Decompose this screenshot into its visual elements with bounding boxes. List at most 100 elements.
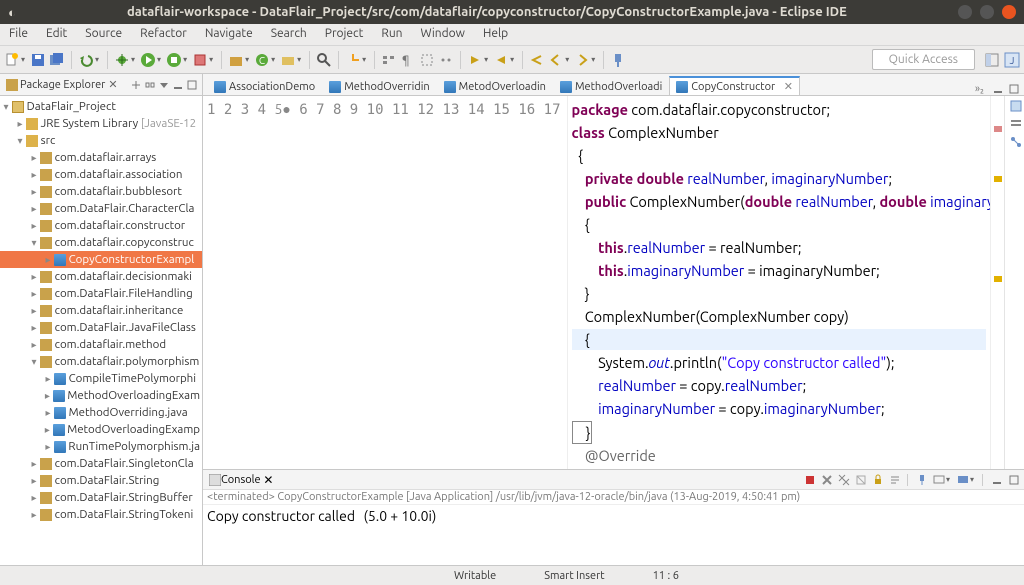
mark-occurrences-icon[interactable]: ¶ bbox=[400, 52, 416, 68]
view-menu-icon[interactable] bbox=[158, 79, 170, 91]
display-console-icon[interactable] bbox=[933, 474, 945, 486]
save-icon[interactable] bbox=[30, 52, 46, 68]
code-content[interactable]: package com.dataflair.copyconstructor; c… bbox=[568, 96, 990, 469]
run-icon[interactable] bbox=[140, 52, 156, 68]
editor-overflow[interactable]: »₂ bbox=[969, 83, 990, 95]
file-node[interactable]: ▸ MetodOverloadingExamp bbox=[0, 421, 202, 438]
console-output[interactable]: Copy constructor called (5.0 + 10.0i) bbox=[203, 505, 1024, 565]
ext-tools-icon[interactable] bbox=[192, 52, 208, 68]
jre-node[interactable]: ▸ JRE System Library [JavaSE-12 bbox=[0, 115, 202, 132]
close-console-icon[interactable]: ✕ bbox=[261, 473, 274, 487]
quick-access-field[interactable]: Quick Access bbox=[872, 49, 975, 70]
collapse-all-icon[interactable] bbox=[130, 79, 142, 91]
menu-refactor[interactable]: Refactor bbox=[131, 24, 196, 45]
pkg-node-open[interactable]: ▾ com.dataflair.copyconstruc bbox=[0, 234, 202, 251]
pkg-node[interactable]: ▸ com.DataFlair.SingletonCla bbox=[0, 455, 202, 472]
maximize-view-icon[interactable] bbox=[186, 79, 198, 91]
pkg-node-open[interactable]: ▾ com.dataflair.polymorphism bbox=[0, 353, 202, 370]
save-all-icon[interactable] bbox=[49, 52, 65, 68]
editor-tab[interactable]: MethodOverloadi bbox=[553, 78, 669, 95]
editor-tab[interactable]: AssociationDemo bbox=[207, 78, 322, 95]
minimize-view-icon[interactable] bbox=[172, 79, 184, 91]
new-package-icon[interactable] bbox=[228, 52, 244, 68]
pkg-node[interactable]: ▸ com.dataflair.bubblesort bbox=[0, 183, 202, 200]
maximize-console-icon[interactable] bbox=[1008, 474, 1020, 486]
line-number-gutter[interactable]: 1 2 3 4 5● 6 7 8 9 10 11 12 13 14 15 16 … bbox=[203, 96, 568, 469]
pkg-node[interactable]: ▸ com.DataFlair.StringTokeni bbox=[0, 506, 202, 523]
new-icon[interactable] bbox=[4, 52, 20, 68]
minimize-console-icon[interactable] bbox=[991, 474, 1003, 486]
java-perspective-icon[interactable]: J bbox=[1004, 52, 1020, 68]
close-tab-icon[interactable]: ✕ bbox=[784, 80, 793, 93]
editor-tab[interactable]: MethodOverridin bbox=[322, 78, 436, 95]
open-perspective-icon[interactable] bbox=[984, 52, 1000, 68]
pkg-node[interactable]: ▸ com.DataFlair.String bbox=[0, 472, 202, 489]
pkg-node[interactable]: ▸ com.DataFlair.FileHandling bbox=[0, 285, 202, 302]
task-list-icon[interactable] bbox=[1010, 118, 1022, 130]
pkg-node[interactable]: ▸ com.dataflair.decisionmaki bbox=[0, 268, 202, 285]
menu-file[interactable]: File bbox=[0, 24, 37, 45]
pkg-node[interactable]: ▸ com.DataFlair.StringBuffer bbox=[0, 489, 202, 506]
pkg-node[interactable]: ▸ com.DataFlair.CharacterCla bbox=[0, 200, 202, 217]
maximize-editor-icon[interactable] bbox=[1008, 83, 1020, 95]
scroll-lock-icon[interactable] bbox=[872, 474, 884, 486]
open-console-icon[interactable] bbox=[957, 474, 969, 486]
remove-launch-icon[interactable] bbox=[821, 474, 833, 486]
maximize-button[interactable] bbox=[980, 5, 994, 19]
pkg-node[interactable]: ▸ com.dataflair.inheritance bbox=[0, 302, 202, 319]
search-icon[interactable] bbox=[345, 52, 361, 68]
back-icon[interactable] bbox=[548, 52, 564, 68]
pkg-node[interactable]: ▸ com.dataflair.method bbox=[0, 336, 202, 353]
debug-icon[interactable] bbox=[114, 52, 130, 68]
file-node-selected[interactable]: ▸ CopyConstructorExampl bbox=[0, 251, 202, 268]
src-node[interactable]: ▾ src bbox=[0, 132, 202, 149]
coverage-icon[interactable] bbox=[166, 52, 182, 68]
clear-console-icon[interactable] bbox=[855, 474, 867, 486]
link-editor-icon[interactable] bbox=[144, 79, 156, 91]
last-edit-icon[interactable] bbox=[529, 52, 545, 68]
close-window-button[interactable] bbox=[1002, 5, 1016, 19]
menu-project[interactable]: Project bbox=[316, 24, 373, 45]
menu-run[interactable]: Run bbox=[372, 24, 411, 45]
overview-ruler[interactable] bbox=[990, 96, 1004, 469]
close-view-icon[interactable]: ✕ bbox=[108, 78, 117, 91]
remove-all-icon[interactable] bbox=[838, 474, 850, 486]
show-whitespace-icon[interactable] bbox=[438, 52, 454, 68]
menu-search[interactable]: Search bbox=[262, 24, 316, 45]
minimize-button[interactable] bbox=[958, 5, 972, 19]
terminate-icon[interactable] bbox=[804, 474, 816, 486]
menu-navigate[interactable]: Navigate bbox=[196, 24, 262, 45]
file-node[interactable]: ▸ RunTimePolymorphism.ja bbox=[0, 438, 202, 455]
pkg-node[interactable]: ▸ com.dataflair.association bbox=[0, 166, 202, 183]
file-node[interactable]: ▸ MethodOverloadingExam bbox=[0, 387, 202, 404]
code-editor[interactable]: 1 2 3 4 5● 6 7 8 9 10 11 12 13 14 15 16 … bbox=[203, 96, 1024, 469]
undo-icon[interactable] bbox=[78, 52, 94, 68]
toggle-breadcrumb-icon[interactable] bbox=[381, 52, 397, 68]
outline-icon[interactable] bbox=[1010, 100, 1022, 112]
editor-tab[interactable]: MetodOverloadin bbox=[437, 78, 553, 95]
file-node[interactable]: ▸ CompileTimePolymorphi bbox=[0, 370, 202, 387]
file-node[interactable]: ▸ MethodOverriding.java bbox=[0, 404, 202, 421]
forward-icon[interactable] bbox=[574, 52, 590, 68]
menu-window[interactable]: Window bbox=[412, 24, 474, 45]
pkg-node[interactable]: ▸ com.dataflair.constructor bbox=[0, 217, 202, 234]
pkg-node[interactable]: ▸ com.dataflair.arrays bbox=[0, 149, 202, 166]
pin-console-icon[interactable] bbox=[916, 474, 928, 486]
block-selection-icon[interactable] bbox=[419, 52, 435, 68]
project-node[interactable]: ▾ DataFlair_Project bbox=[0, 98, 202, 115]
menu-source[interactable]: Source bbox=[76, 24, 131, 45]
editor-tab-active[interactable]: CopyConstructor ✕ bbox=[669, 76, 800, 95]
menu-edit[interactable]: Edit bbox=[37, 24, 76, 45]
package-tree[interactable]: ▾ DataFlair_Project ▸ JRE System Library… bbox=[0, 96, 202, 565]
pin-editor-icon[interactable] bbox=[610, 52, 626, 68]
next-annotation-icon[interactable] bbox=[467, 52, 483, 68]
hierarchy-icon[interactable] bbox=[1010, 136, 1022, 148]
word-wrap-icon[interactable] bbox=[889, 474, 901, 486]
new-class-icon[interactable]: C bbox=[254, 52, 270, 68]
new-folder-icon[interactable] bbox=[280, 52, 296, 68]
open-type-icon[interactable] bbox=[316, 52, 332, 68]
pkg-node[interactable]: ▸ com.DataFlair.JavaFileClass bbox=[0, 319, 202, 336]
prev-annotation-icon[interactable] bbox=[493, 52, 509, 68]
menu-help[interactable]: Help bbox=[474, 24, 517, 45]
minimize-editor-icon[interactable] bbox=[992, 83, 1004, 95]
